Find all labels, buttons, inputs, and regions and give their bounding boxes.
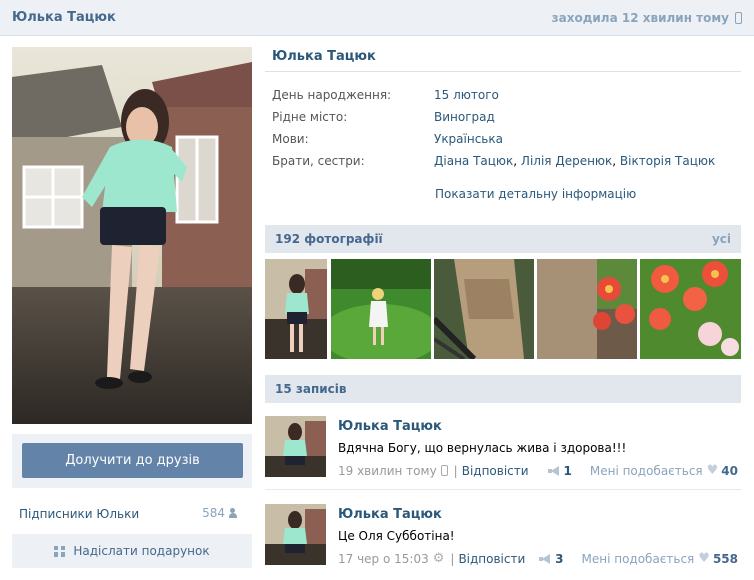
show-details-link[interactable]: Показати детальну інформацію [435, 187, 636, 201]
post-time[interactable]: 17 чер о 15:03 [338, 552, 429, 566]
sibling-link[interactable]: Діана Тацюк [434, 154, 513, 168]
last-seen-text: заходила 12 хвилин тому [551, 11, 729, 25]
send-gift-button[interactable]: Надіслати подарунок [12, 534, 252, 568]
info-label: День народження: [272, 88, 392, 102]
post-author-avatar[interactable] [265, 416, 326, 477]
photos-all-link[interactable]: усі [712, 232, 731, 246]
profile-info: День народження: 15 лютого Рідне місто: … [272, 88, 742, 176]
photos-count[interactable]: 192 фотографії [275, 232, 383, 246]
photo-thumb[interactable] [434, 259, 534, 359]
info-label: Мови: [272, 132, 309, 146]
last-seen-status: заходила 12 хвилин тому [552, 11, 742, 25]
subscribers-count: 584 [202, 506, 225, 520]
posts-header: 15 записів [265, 375, 741, 403]
share-count: 1 [563, 463, 572, 478]
info-value-siblings: Діана Тацюк, Лілія Деренюк, Вікторія Тац… [434, 154, 716, 168]
info-row-languages: Мови: Українська [272, 132, 742, 154]
post-time[interactable]: 19 хвилин тому [338, 464, 437, 478]
sibling-link[interactable]: Вікторія Тацюк [620, 154, 715, 168]
profile-avatar[interactable] [12, 47, 252, 424]
send-gift-label: Надіслати подарунок [73, 544, 210, 558]
heart-icon: ♥ [698, 551, 710, 566]
info-value-hometown[interactable]: Виноград [434, 110, 495, 132]
like-button[interactable]: ♥ 558 [698, 551, 738, 566]
like-count: 558 [712, 551, 738, 566]
info-value-languages[interactable]: Українська [434, 132, 503, 154]
post-meta: 19 хвилин тому | Відповісти 1 Мені подоб… [338, 463, 738, 478]
sibling-link[interactable]: Лілія Деренюк [521, 154, 612, 168]
meta-separator: | [453, 463, 458, 478]
like-label[interactable]: Мені подобається [590, 464, 703, 478]
photos-header[interactable]: 192 фотографії усі [265, 225, 741, 253]
top-bar-name[interactable]: Юлька Тацюк [12, 10, 116, 25]
info-value-birthday[interactable]: 15 лютого [434, 88, 499, 110]
post-author[interactable]: Юлька Тацюк [338, 507, 442, 522]
post-text: Вдячна Богу, що вернулась жива і здорова… [338, 441, 627, 455]
subscribers-label[interactable]: Підписники Юльки [19, 507, 139, 521]
subscribers-count-wrap[interactable]: 584 [202, 506, 242, 520]
gear-icon: ⚙ [432, 551, 445, 566]
mobile-phone-icon [440, 465, 448, 476]
photo-strip [265, 259, 741, 359]
photo-thumb[interactable] [537, 259, 637, 359]
megaphone-icon [539, 553, 551, 564]
wall-post: Юлька Тацюк Це Оля Субботіна! 17 чер о 1… [265, 504, 741, 566]
info-label: Рідне місто: [272, 110, 348, 124]
megaphone-icon [547, 465, 560, 476]
share-count: 3 [555, 551, 564, 566]
post-author-avatar[interactable] [265, 504, 326, 565]
like-button[interactable]: ♥ 40 [707, 463, 738, 478]
gift-icon [54, 545, 66, 557]
post-meta: 17 чер о 15:03 ⚙ | Відповісти 3 Мені под… [338, 551, 738, 566]
info-row-birthday: День народження: 15 лютого [272, 88, 742, 110]
profile-name: Юлька Тацюк [272, 49, 376, 64]
like-count: 40 [721, 463, 738, 478]
info-row-hometown: Рідне місто: Виноград [272, 110, 742, 132]
info-row-siblings: Брати, сестри: Діана Тацюк, Лілія Дереню… [272, 154, 742, 176]
mobile-phone-icon [735, 12, 742, 24]
top-bar: Юлька Тацюк заходила 12 хвилин тому [0, 0, 754, 36]
post-text: Це Оля Субботіна! [338, 529, 455, 543]
users-icon [229, 508, 242, 518]
posts-count[interactable]: 15 записів [275, 382, 346, 396]
photo-thumb[interactable] [265, 259, 327, 359]
wall-post: Юлька Тацюк Вдячна Богу, що вернулась жи… [265, 416, 741, 478]
add-friend-panel: Долучити до друзів [12, 434, 252, 488]
add-friend-button[interactable]: Долучити до друзів [22, 443, 243, 478]
post-divider [265, 489, 741, 490]
post-author[interactable]: Юлька Тацюк [338, 419, 442, 434]
share-button[interactable]: 1 [547, 463, 572, 478]
meta-separator: | [450, 551, 455, 566]
like-label[interactable]: Мені подобається [582, 552, 695, 566]
reply-link[interactable]: Відповісти [458, 552, 525, 566]
reply-link[interactable]: Відповісти [462, 464, 529, 478]
heart-icon: ♥ [706, 463, 719, 478]
photo-thumb[interactable] [331, 259, 431, 359]
info-label: Брати, сестри: [272, 154, 365, 168]
photo-thumb[interactable] [640, 259, 741, 359]
divider [265, 71, 741, 72]
subscribers-row[interactable]: Підписники Юльки 584 [12, 500, 252, 526]
share-button[interactable]: 3 [539, 551, 564, 566]
